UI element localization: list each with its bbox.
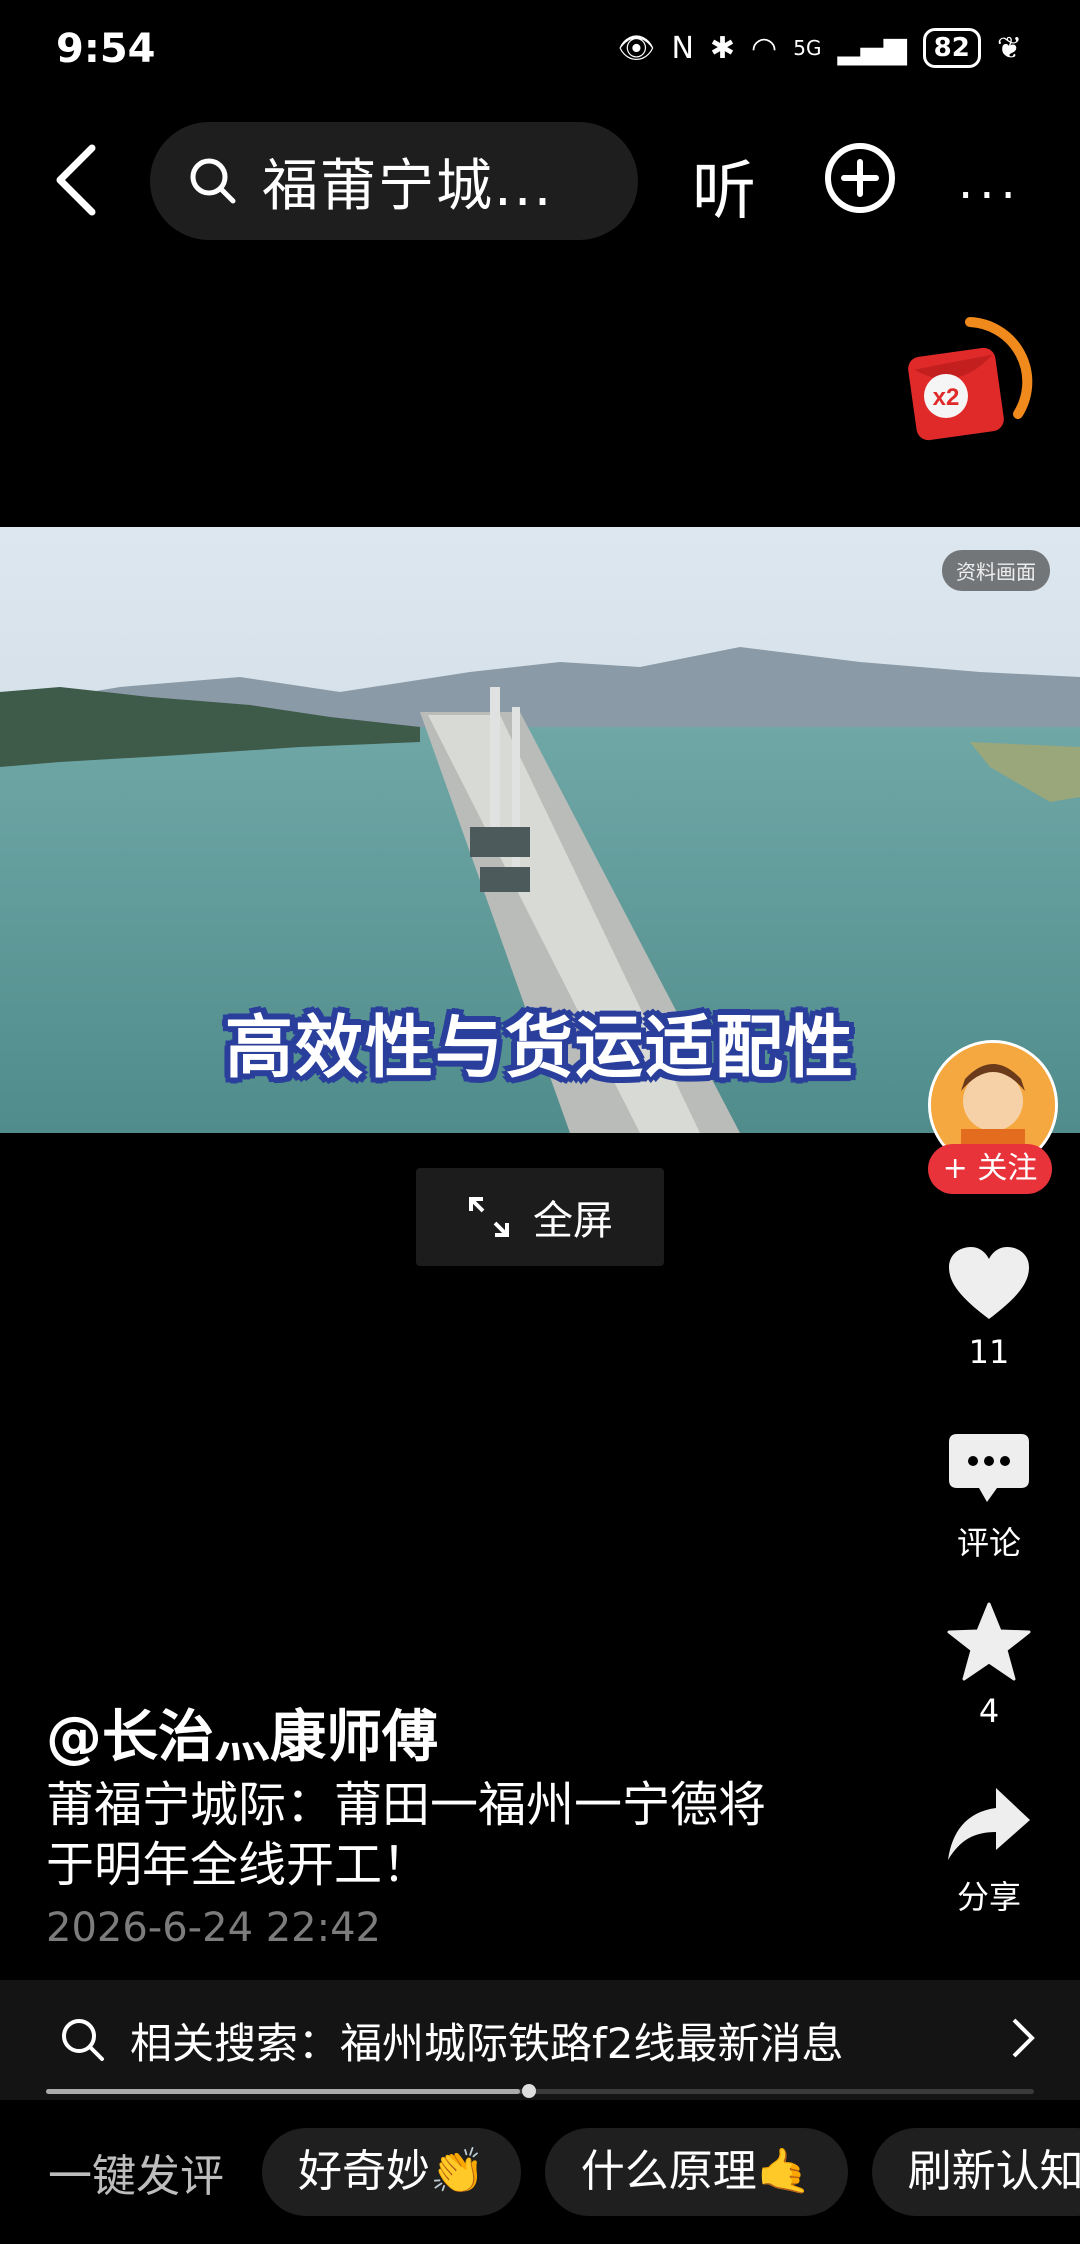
multiplier-badge: x2 <box>933 384 960 411</box>
listen-button[interactable]: 听 <box>692 140 756 232</box>
signal-label: 5G <box>793 36 822 60</box>
video-subtitle: 高效性与货运适配性 <box>224 1009 855 1088</box>
comment-icon <box>949 1434 1029 1502</box>
quick-comment-chip[interactable]: 好奇妙👏 <box>262 2128 521 2216</box>
author-name[interactable]: @长治灬康师傅 <box>46 1692 438 1773</box>
comment-label: 评论 <box>956 1524 1021 1562</box>
quick-comment-chip[interactable]: 刷新认知 <box>871 2128 1080 2216</box>
quick-comment-chip[interactable]: 什么原理🤙 <box>544 2128 848 2216</box>
fullscreen-label: 全屏 <box>533 1198 613 1244</box>
battery-indicator: 82 <box>922 28 981 68</box>
favorite-count: 4 <box>978 1692 1000 1730</box>
status-time: 9:54 <box>56 26 156 72</box>
video-description: 莆福宁城际：莆田一福州一宁德将 于明年全线开工！ <box>46 1775 846 1895</box>
quick-comment-row: 一键发评 好奇妙👏 什么原理🤙 刷新认知 <box>0 2122 1080 2222</box>
progress-knob[interactable] <box>522 2084 536 2098</box>
signal-icon: ▂▄▆ <box>837 30 907 66</box>
expand-icon <box>469 1197 509 1237</box>
heart-icon <box>949 1247 1029 1319</box>
comment-button[interactable]: 评论 <box>924 1432 1054 1564</box>
bluetooth-icon: ✱ <box>709 30 736 66</box>
search-icon <box>62 2019 104 2061</box>
red-packet-widget[interactable]: x2 <box>900 314 1040 454</box>
share-icon <box>948 1788 1030 1860</box>
description-line-1: 莆福宁城际：莆田一福州一宁德将 <box>46 1777 767 1833</box>
related-search-text: 相关搜索：福州城际铁路f2线最新消息 <box>130 2018 844 2068</box>
video-progress-bar[interactable] <box>46 2084 1034 2098</box>
star-icon <box>947 1602 1031 1681</box>
nfc-icon: N <box>671 30 694 66</box>
related-search-bar[interactable]: 相关搜索：福州城际铁路f2线最新消息 <box>0 1980 1080 2100</box>
material-tag: 资料画面 <box>942 550 1050 591</box>
progress-fill <box>46 2089 521 2094</box>
leaf-icon: ❦ <box>996 30 1022 66</box>
share-label: 分享 <box>956 1878 1021 1916</box>
chevron-right-icon <box>1012 2018 1035 2058</box>
follow-button[interactable]: + 关注 <box>928 1144 1052 1194</box>
eye-icon: 👁 <box>617 30 656 66</box>
add-button[interactable] <box>822 140 898 220</box>
quick-comment-label: 一键发评 <box>48 2151 224 2202</box>
red-packet-icon: x2 <box>908 317 1033 441</box>
back-button[interactable] <box>52 140 112 220</box>
more-button[interactable]: ··· <box>958 168 1022 224</box>
back-arrow-icon <box>56 144 96 216</box>
description-line-2: 于明年全线开工！ <box>46 1837 431 1893</box>
status-icons: 👁 N ✱ ◠ 5G ▂▄▆ 82 ❦ <box>617 28 1022 68</box>
more-icon: ··· <box>958 168 1022 224</box>
fullscreen-button[interactable]: 全屏 <box>416 1168 664 1266</box>
wifi-icon: ◠ <box>751 30 778 66</box>
plus-circle-icon <box>825 143 895 213</box>
search-query: 福莆宁城... <box>262 153 554 219</box>
post-date: 2026-6-24 22:42 <box>46 1905 381 1951</box>
like-button[interactable]: 11 <box>924 1245 1054 1371</box>
share-button[interactable]: 分享 <box>924 1786 1054 1918</box>
favorite-button[interactable]: 4 <box>924 1602 1054 1730</box>
search-bar[interactable]: 福莆宁城... <box>150 122 638 240</box>
like-count: 11 <box>968 1333 1010 1371</box>
search-icon <box>190 158 236 204</box>
